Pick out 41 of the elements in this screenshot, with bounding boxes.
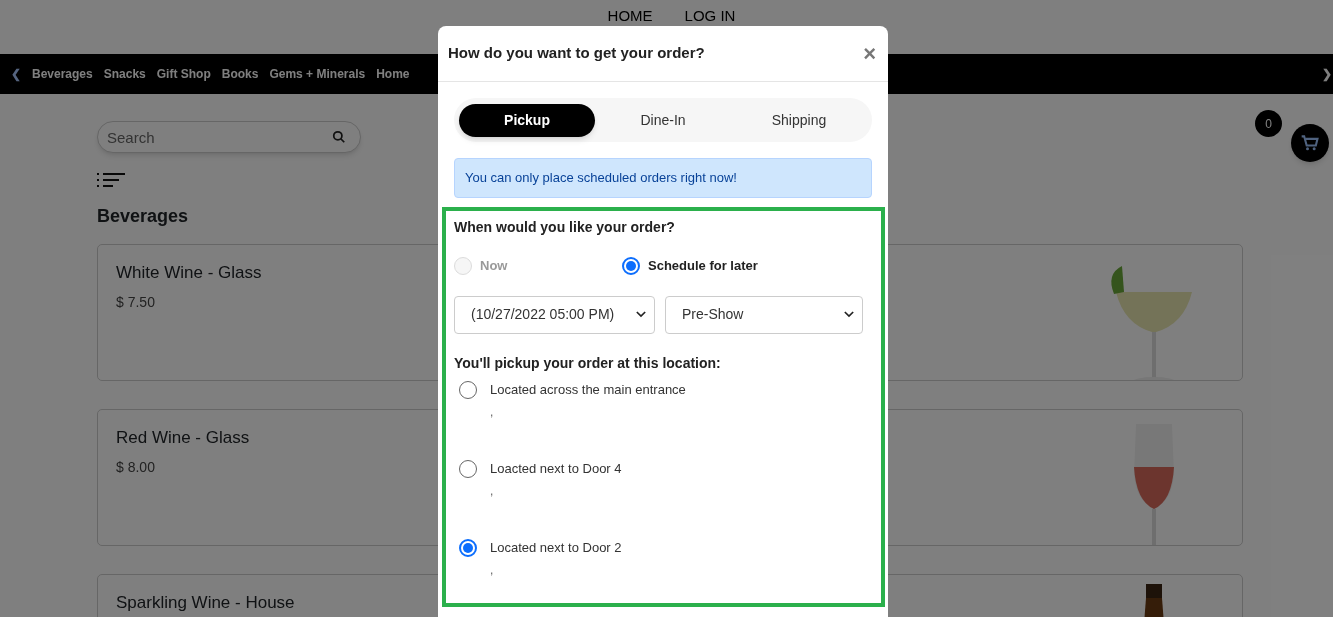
product-name: Sparkling Wine - House (116, 592, 295, 614)
info-alert: You can only place scheduled orders right now! (454, 158, 872, 198)
cart-button[interactable] (1291, 124, 1329, 162)
dialog-title: How do you want to get your order? (448, 43, 705, 64)
section-title: Beverages (97, 205, 189, 228)
scroll-right-button[interactable]: ❯ (1322, 65, 1332, 83)
dropdown[interactable]: (10/27/2022 05:00 PM) (454, 295, 655, 334)
location-label: Located next to Door 2 (490, 538, 622, 557)
chevron-down-icon (636, 311, 646, 318)
radio-button[interactable] (459, 538, 477, 557)
location-label: Located across the main entrance (490, 380, 686, 399)
product-name: Red Wine - Glass (116, 427, 250, 449)
cart-count-badge: 0 (1255, 110, 1282, 137)
dropdown[interactable]: Pre-Show (665, 295, 863, 334)
search-icon[interactable] (332, 130, 346, 144)
category-link[interactable]: Beverages (32, 65, 93, 83)
product-price: $ 7.50 (116, 292, 156, 312)
location-detail: , (490, 404, 495, 421)
category-link[interactable]: Snacks (103, 65, 146, 83)
category-link[interactable]: Books (221, 65, 259, 83)
category-link[interactable]: Gems + Minerals (269, 65, 366, 83)
scroll-left-button[interactable]: ❮ (0, 65, 32, 83)
location-heading: You'll pickup your order at this location: (454, 353, 722, 373)
tab[interactable]: Dine-In (595, 103, 731, 137)
location-label: Loacted next to Door 4 (490, 459, 622, 478)
chevron-down-icon (844, 311, 854, 318)
search-field[interactable]: Search (97, 121, 361, 153)
radio-label: Now (480, 257, 508, 275)
list-icon[interactable] (97, 173, 125, 187)
question-label: When would you like your order? (454, 218, 676, 237)
tab[interactable]: Pickup (459, 103, 595, 137)
location-detail: , (490, 483, 495, 500)
close-button[interactable]: × (863, 42, 876, 65)
product-price: $ 8.00 (116, 457, 156, 477)
cart-icon (1300, 133, 1320, 153)
product-name: White Wine - Glass (116, 262, 262, 284)
category-link[interactable]: Gift Shop (156, 65, 211, 83)
tab[interactable]: Shipping (731, 103, 867, 137)
category-link[interactable]: Home (376, 65, 410, 83)
radio-label: Schedule for later (648, 257, 758, 275)
radio-button[interactable] (622, 256, 640, 275)
